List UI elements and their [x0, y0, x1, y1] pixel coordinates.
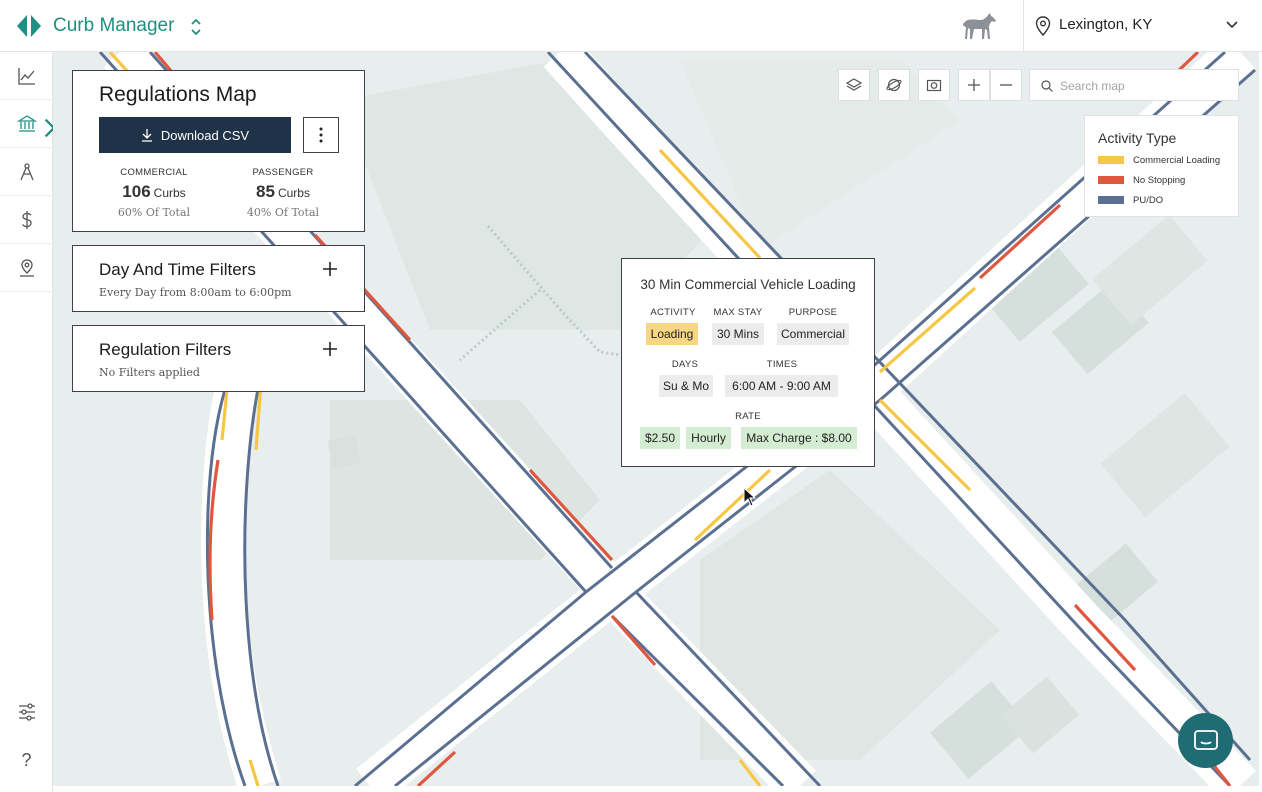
nav-pricing[interactable] [0, 196, 53, 244]
rate-unit-chip: Hourly [686, 427, 731, 449]
nav-help[interactable]: ? [0, 736, 53, 784]
plus-icon [323, 262, 337, 276]
purpose-chip: Commercial [777, 323, 849, 345]
nav-locations[interactable] [0, 244, 53, 292]
days-label: DAYS [671, 359, 699, 370]
search-input[interactable] [1060, 76, 1230, 96]
passenger-label: PASSENGER [252, 167, 314, 178]
dollar-icon [21, 210, 32, 229]
location-selector[interactable]: Lexington, KY [1024, 0, 1256, 52]
rate-chip: $2.50 [640, 427, 680, 449]
nav-analytics[interactable] [0, 52, 53, 100]
panel-title: Regulations Map [99, 83, 257, 106]
nav-planning[interactable] [0, 148, 53, 196]
commercial-unit: Curbs [153, 186, 186, 200]
zoom-in-button[interactable] [958, 69, 990, 101]
horse-logo [962, 13, 996, 39]
day-time-filters-title: Day And Time Filters [99, 260, 256, 279]
rate-label: RATE [735, 411, 761, 422]
line-chart-icon [17, 67, 35, 85]
activity-legend: Activity Type Commercial Loading No Stop… [1084, 115, 1239, 217]
location-icon [19, 258, 34, 277]
zoom-out-icon [1000, 84, 1012, 86]
expand-regulation-filters-button[interactable] [319, 338, 341, 360]
purpose-label: PURPOSE [788, 307, 838, 318]
legend-item: No Stopping [1098, 173, 1185, 187]
commercial-count: 106 [122, 182, 151, 201]
commercial-stat: COMMERCIAL 106 Curbs 60% Of Total [99, 167, 209, 219]
regulation-filters-subtitle: No Filters applied [99, 366, 200, 379]
chat-icon [1193, 729, 1218, 750]
regulation-popup: 30 Min Commercial Vehicle Loading ACTIVI… [621, 258, 875, 467]
passenger-unit: Curbs [277, 186, 310, 200]
legend-swatch-yellow [1098, 156, 1124, 164]
legend-swatch-blue [1098, 196, 1124, 204]
map-search[interactable] [1029, 69, 1239, 101]
nav-settings[interactable] [0, 688, 53, 736]
compass-icon [19, 162, 34, 180]
bank-icon [16, 114, 37, 132]
commercial-pct: 60% Of Total [117, 206, 191, 219]
popup-title: 30 Min Commercial Vehicle Loading [640, 277, 856, 292]
chat-button[interactable] [1178, 713, 1233, 768]
legend-label: No Stopping [1133, 174, 1186, 186]
chevron-up-down-icon[interactable] [189, 17, 203, 37]
top-bar: Curb Manager Lexington, KY [0, 0, 1262, 52]
kebab-menu-icon [319, 127, 323, 143]
diamond-arrows-logo[interactable] [16, 14, 42, 38]
days-chip: Su & Mo [659, 375, 713, 397]
camera-icon [926, 79, 942, 92]
legend-item: PU/DO [1098, 193, 1163, 207]
maxstay-label: MAX STAY [713, 307, 763, 318]
chevron-down-icon [1226, 21, 1238, 29]
times-chip: 6:00 AM - 9:00 AM [725, 375, 838, 397]
day-time-filters-panel[interactable]: Day And Time Filters Every Day from 8:00… [72, 245, 365, 312]
globe-button[interactable] [878, 69, 910, 101]
max-charge-chip: Max Charge : $8.00 [741, 427, 857, 449]
passenger-count: 85 [256, 182, 275, 201]
more-options-button[interactable] [303, 117, 339, 153]
legend-item: Commercial Loading [1098, 153, 1220, 167]
download-label: Download CSV [160, 127, 250, 143]
nav-regulations[interactable] [0, 100, 56, 148]
mouse-cursor-icon [743, 487, 757, 507]
download-icon [141, 129, 152, 142]
legend-title: Activity Type [1098, 130, 1177, 146]
search-icon [1041, 80, 1053, 92]
passenger-pct: 40% Of Total [246, 206, 320, 219]
commercial-label: COMMERCIAL [120, 167, 188, 178]
layers-icon [846, 78, 862, 91]
day-time-filters-subtitle: Every Day from 8:00am to 6:00pm [99, 286, 292, 299]
globe-icon [886, 78, 902, 92]
app-title[interactable]: Curb Manager [53, 15, 174, 37]
plus-icon [323, 342, 337, 356]
regulation-filters-panel[interactable]: Regulation Filters No Filters applied [72, 325, 365, 392]
screenshot-button[interactable] [918, 69, 950, 101]
zoom-out-button[interactable] [990, 69, 1022, 101]
activity-chip: Loading [646, 323, 698, 345]
expand-day-time-button[interactable] [319, 258, 341, 280]
zoom-in-icon [968, 79, 980, 91]
legend-swatch-red [1098, 176, 1124, 184]
download-csv-button[interactable]: Download CSV [99, 117, 291, 153]
activity-label: ACTIVITY [650, 307, 696, 318]
sliders-icon [18, 703, 35, 721]
legend-label: PU/DO [1133, 194, 1164, 206]
location-label: Lexington, KY [1059, 16, 1153, 33]
regulation-filters-title: Regulation Filters [99, 340, 232, 359]
legend-label: Commercial Loading [1133, 154, 1221, 166]
times-label: TIMES [766, 359, 798, 370]
maxstay-chip: 30 Mins [712, 323, 764, 345]
map-pin-icon [1035, 16, 1051, 36]
question-icon: ? [21, 749, 32, 770]
left-nav: ? [0, 52, 56, 792]
layers-button[interactable] [838, 69, 870, 101]
passenger-stat: PASSENGER 85 Curbs 40% Of Total [228, 167, 338, 219]
regulations-panel: Regulations Map Download CSV COMMERCIAL … [72, 70, 365, 232]
